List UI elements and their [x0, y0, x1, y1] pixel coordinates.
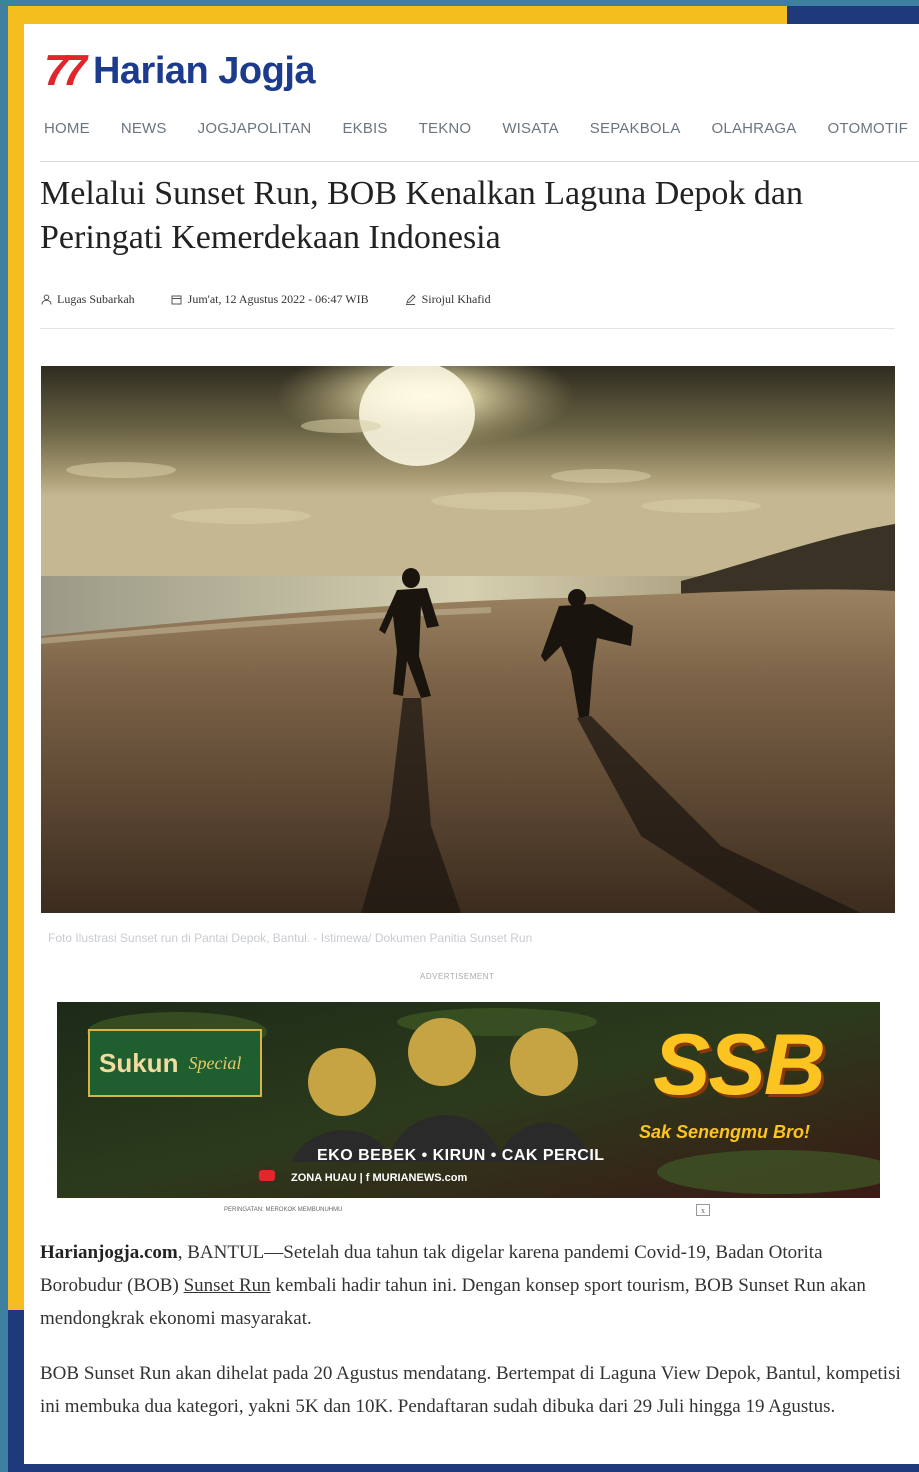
edit-icon: [405, 294, 417, 306]
ad-close-button[interactable]: x: [696, 1204, 710, 1216]
logo-mark: 77: [44, 46, 87, 95]
date-meta: Jum'at, 12 Agustus 2022 - 06:47 WIB: [171, 292, 369, 307]
nav-item-news[interactable]: NEWS: [121, 120, 167, 137]
ad-tagline: Sak Senengmu Bro!: [639, 1122, 811, 1142]
ad-disclaimer: PERINGATAN: MEROKOK MEMBUNUHMU: [224, 1207, 343, 1213]
logo-text: Harian Jogja: [92, 50, 316, 92]
nav-item-wisata[interactable]: WISATA: [502, 120, 558, 137]
nav-item-otomotif[interactable]: OTOMOTIF: [828, 120, 908, 137]
nav-item-olahraga[interactable]: OLAHRAGA: [712, 120, 797, 137]
nav-item-jogjapolitan[interactable]: JOGJAPOLITAN: [198, 120, 312, 137]
nav-item-sepakbola[interactable]: SEPAKBOLA: [590, 120, 681, 137]
site-logo[interactable]: 77 Harian Jogja: [44, 46, 316, 96]
ad-banner[interactable]: Sukun Special SSB Sak Senengmu Bro! EKO …: [57, 1002, 880, 1198]
source-name: Harianjogja.com: [40, 1242, 178, 1263]
article-title: Melalui Sunset Run, BOB Kenalkan Laguna …: [40, 175, 803, 256]
ad-cast: EKO BEBEK • KIRUN • CAK PERCIL: [317, 1147, 605, 1164]
editor-name: Sirojul Khafid: [421, 292, 491, 306]
sunset-run-link[interactable]: Sunset Run: [184, 1275, 271, 1296]
nav-item-ekbis[interactable]: EKBIS: [342, 120, 387, 137]
ad-label: ADVERTISEMENT: [420, 972, 495, 981]
article-meta: Lugas Subarkah Jum'at, 12 Agustus 2022 -…: [40, 292, 527, 307]
nav-item-tekno[interactable]: TEKNO: [419, 120, 472, 137]
ad-brand: Sukun Special: [99, 1036, 249, 1090]
hero-photo: [41, 366, 895, 913]
author-meta[interactable]: Lugas Subarkah: [40, 292, 135, 307]
article-body: Harianjogja.com, BANTUL—Setelah dua tahu…: [40, 1236, 902, 1445]
ad-brand-line2: Special: [188, 1052, 242, 1073]
ad-channel: ZONA HUAU | f MURIANEWS.com: [291, 1172, 468, 1184]
frame-teal-top: [0, 0, 919, 6]
nav-item-home[interactable]: HOME: [44, 120, 90, 137]
ad-title: SSB: [653, 1017, 826, 1113]
calendar-icon: [171, 294, 183, 306]
publish-date: Jum'at, 12 Agustus 2022 - 06:47 WIB: [187, 292, 369, 306]
main-nav: HOME NEWS JOGJAPOLITAN EKBIS TEKNO WISAT…: [44, 120, 919, 137]
photo-caption: Foto Ilustrasi Sunset run di Pantai Depo…: [48, 931, 533, 945]
user-icon: [40, 294, 52, 306]
ad-brand-line1: Sukun: [99, 1047, 179, 1078]
editor-meta[interactable]: Sirojul Khafid: [405, 292, 491, 307]
article-paragraph-2: BOB Sunset Run akan dihelat pada 20 Agus…: [40, 1363, 901, 1417]
frame-teal-left: [0, 0, 8, 1472]
article-paragraph-1: Harianjogja.com, BANTUL—Setelah dua tahu…: [40, 1236, 902, 1335]
news-page: 77 Harian Jogja HOME NEWS JOGJAPOLITAN E…: [24, 24, 919, 1464]
nav-divider: [40, 161, 919, 162]
author-name: Lugas Subarkah: [57, 292, 135, 306]
meta-divider: [40, 328, 895, 329]
